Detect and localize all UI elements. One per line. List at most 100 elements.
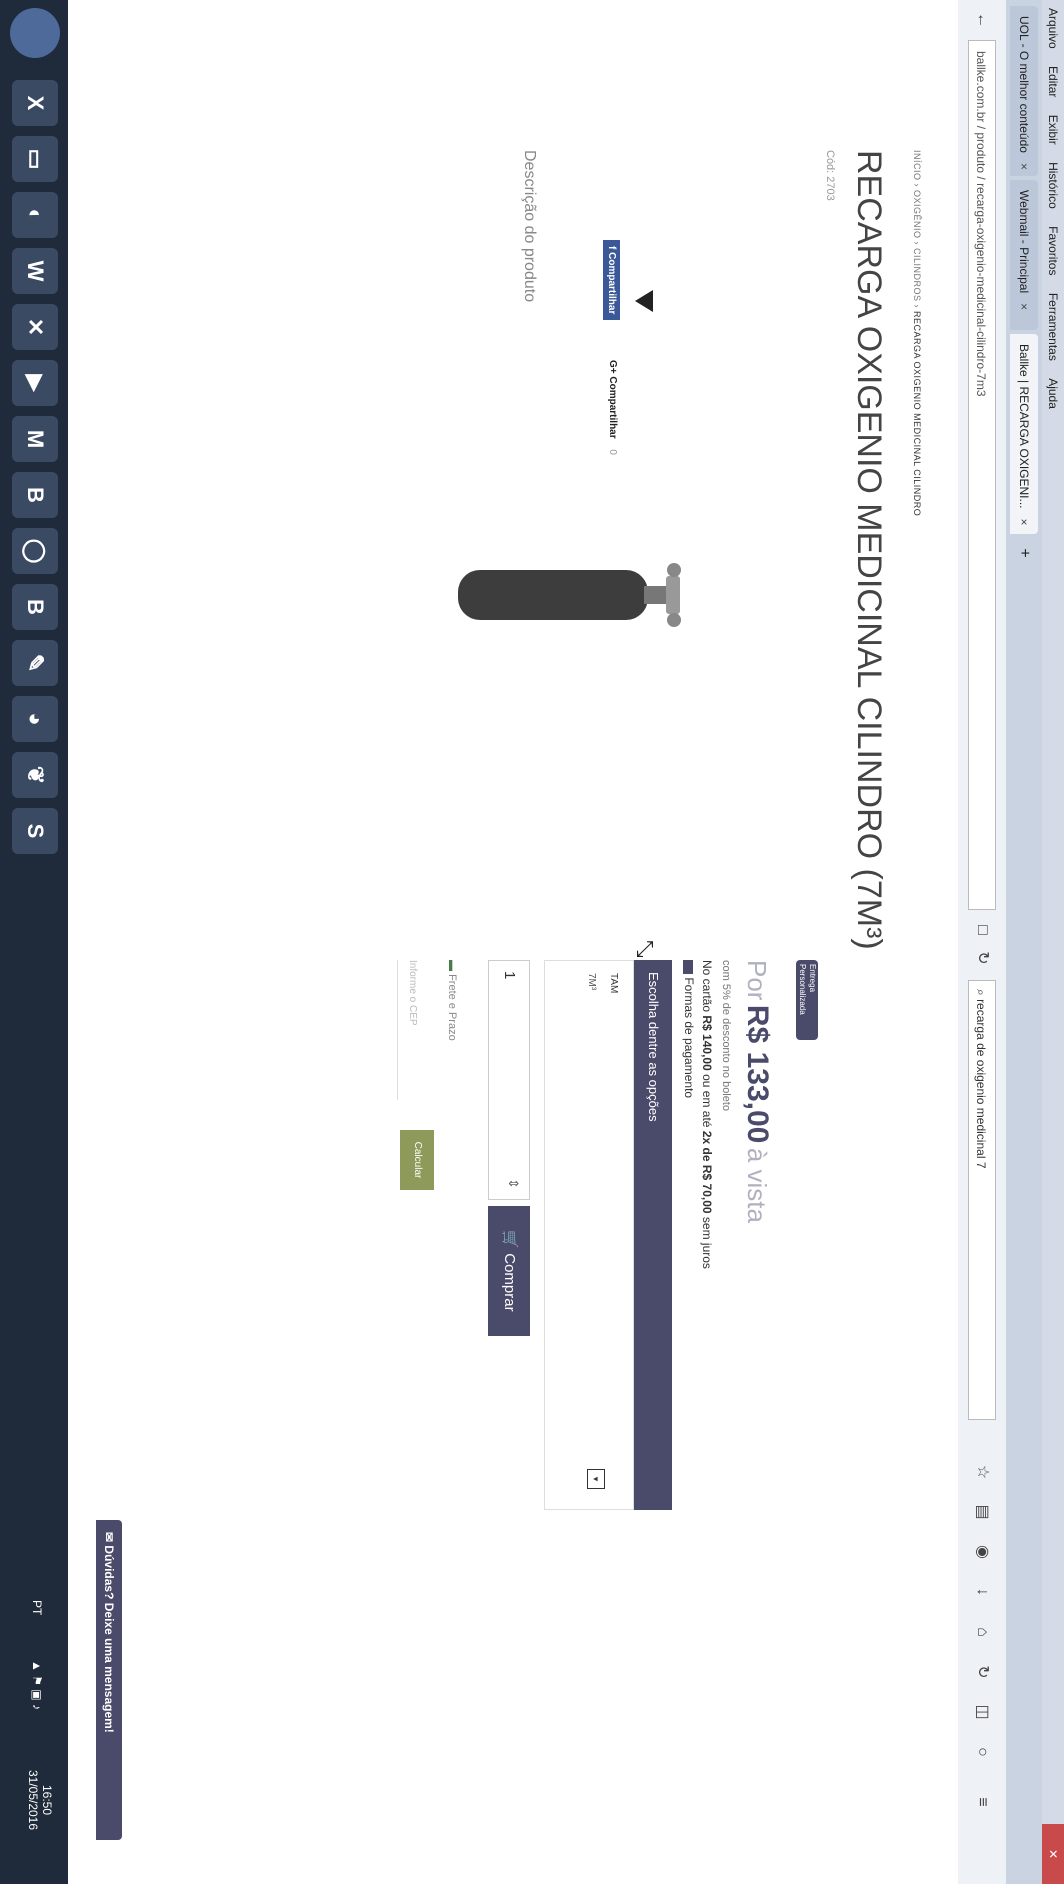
discount-note: com 5% de desconto no boleto bbox=[720, 960, 732, 1112]
skype-icon[interactable]: S bbox=[12, 808, 58, 854]
card-price: R$ 140,00 bbox=[700, 1015, 714, 1071]
firefox-icon[interactable]: ◐ bbox=[12, 192, 58, 238]
app-m-icon[interactable]: M bbox=[12, 416, 58, 462]
quantity-arrows-icon[interactable]: ⇕ bbox=[505, 1178, 521, 1189]
product-code-text: Cód: 2703 bbox=[824, 150, 836, 201]
close-icon[interactable]: × bbox=[1017, 303, 1031, 310]
reader-icon[interactable]: □ bbox=[970, 918, 994, 942]
page-content: INÍCIO › OXIGÊNIO › CILINDROS › RECARGA … bbox=[68, 0, 958, 1884]
card-suffix: sem juros bbox=[700, 1216, 714, 1269]
truck-icon: ▬ bbox=[446, 960, 458, 971]
carousel-arrow-icon[interactable] bbox=[635, 290, 653, 312]
quantity-stepper[interactable]: 1 ⇕ bbox=[488, 960, 530, 1200]
pocket-icon[interactable]: ◉ bbox=[970, 1540, 994, 1564]
description-title: Descrição do produto bbox=[521, 150, 538, 303]
paint-icon[interactable]: ◕ bbox=[12, 696, 58, 742]
option-value: 7M³ bbox=[586, 973, 597, 991]
address-bar: ← ballke.com.br / produto / recarga-oxig… bbox=[957, 0, 1006, 1884]
rotated-screen: Arquivo Editar Exibir Histórico Favorito… bbox=[0, 0, 1064, 1884]
cep-placeholder: Informe o CEP bbox=[407, 960, 418, 1026]
word-icon[interactable]: W bbox=[12, 248, 58, 294]
search-input[interactable]: ⌕ recarga de oxigenio medicinal 7 bbox=[968, 980, 996, 1420]
chat-icon[interactable]: ○ bbox=[970, 1740, 994, 1764]
tab-bar: UOL - O melhor conteúdo × Webmail - Princ… bbox=[1006, 0, 1042, 1884]
menu-editar[interactable]: Editar bbox=[1042, 66, 1064, 97]
start-button[interactable] bbox=[10, 8, 60, 58]
buy-button[interactable]: 🛒 Comprar bbox=[488, 1206, 530, 1336]
menu-arquivo[interactable]: Arquivo bbox=[1042, 8, 1064, 49]
menu-historico[interactable]: Histórico bbox=[1042, 162, 1064, 209]
chat-widget-button[interactable]: ✉ Dúvidas? Deixe uma mensagem! bbox=[96, 1520, 122, 1840]
clock[interactable]: 16:50 31/05/2016 bbox=[26, 1760, 54, 1840]
close-icon[interactable]: × bbox=[1017, 519, 1031, 526]
card-prefix: No cartão bbox=[700, 960, 714, 1013]
delivery-badge: Entrega Personalizada bbox=[796, 960, 818, 1040]
tab-webmail[interactable]: Webmail - Principal × bbox=[1010, 180, 1038, 330]
tool-icon[interactable]: ✕ bbox=[12, 304, 58, 350]
sync-icon[interactable]: ↻ bbox=[970, 1660, 994, 1684]
breadcrumb-oxigenio[interactable]: OXIGÊNIO bbox=[912, 190, 922, 239]
taskbar: X ▭ ◐ W ✕ ▶ M B ◯ B ✎ ◕ ❦ S PT ▲ ⚑ ▣ ♪ 1… bbox=[0, 0, 68, 1884]
calculate-button[interactable]: Calcular bbox=[400, 1130, 434, 1190]
tray-icons[interactable]: ▲ ⚑ ▣ ♪ bbox=[30, 1660, 44, 1710]
app-q-icon[interactable]: ◯ bbox=[12, 528, 58, 574]
addon-icon[interactable]: ◫ bbox=[970, 1700, 994, 1724]
media-icon[interactable]: ▶ bbox=[12, 360, 58, 406]
url-field[interactable]: ballke.com.br / produto / recarga-oxigen… bbox=[968, 40, 996, 910]
breadcrumb: INÍCIO › OXIGÊNIO › CILINDROS › RECARGA … bbox=[912, 150, 922, 517]
payment-methods-link[interactable]: Formas de pagamento bbox=[682, 960, 696, 1098]
product-image bbox=[458, 563, 681, 627]
tab-ballke-label: Ballke | RECARGA OXIGENI... bbox=[1017, 344, 1031, 509]
card-installments: 2x de R$ 70,00 bbox=[700, 1130, 714, 1214]
tab-webmail-label: Webmail - Principal bbox=[1017, 190, 1031, 294]
facebook-share-label: Compartilhar bbox=[606, 252, 617, 315]
menu-icon[interactable]: ≡ bbox=[970, 1790, 994, 1814]
menu-exibir[interactable]: Exibir bbox=[1042, 115, 1064, 145]
excel-icon[interactable]: X bbox=[12, 80, 58, 126]
tab-ballke[interactable]: Ballke | RECARGA OXIGENI... × bbox=[1010, 334, 1038, 534]
app-b-icon[interactable]: B bbox=[12, 472, 58, 518]
option-label: TAM bbox=[608, 973, 619, 994]
breadcrumb-cilindros[interactable]: CILINDROS bbox=[912, 248, 922, 302]
facebook-icon: f bbox=[606, 246, 617, 250]
menu-ajuda[interactable]: Ajuda bbox=[1042, 378, 1064, 409]
download-icon[interactable]: ↓ bbox=[970, 1580, 994, 1604]
explorer-icon[interactable]: ▭ bbox=[12, 136, 58, 182]
menu-ferramentas[interactable]: Ferramentas bbox=[1042, 293, 1064, 361]
payment-methods-label: Formas de pagamento bbox=[682, 977, 696, 1099]
card-mid: ou em até bbox=[700, 1074, 714, 1128]
breadcrumb-home[interactable]: INÍCIO bbox=[912, 150, 922, 181]
back-icon[interactable]: ← bbox=[970, 8, 994, 32]
quantity-value: 1 bbox=[501, 971, 518, 980]
google-share-count: 0 bbox=[607, 449, 618, 455]
close-icon[interactable]: × bbox=[1017, 163, 1031, 170]
app-leaf-icon[interactable]: ❦ bbox=[12, 752, 58, 798]
facebook-share-button[interactable]: f Compartilhar bbox=[603, 240, 620, 321]
mail-icon: ✉ bbox=[102, 1532, 116, 1543]
reload-icon[interactable]: ↻ bbox=[970, 946, 994, 970]
options-header: Escolha dentre as opções bbox=[634, 960, 672, 1510]
screenshot-page: Arquivo Editar Exibir Histórico Favorito… bbox=[0, 0, 1064, 1884]
card-price-line: No cartão R$ 140,00 ou em até 2x de R$ 7… bbox=[700, 960, 714, 1269]
home-icon[interactable]: ⌂ bbox=[970, 1620, 994, 1644]
app-b2-icon[interactable]: B bbox=[12, 584, 58, 630]
window-close-button[interactable]: ✕ bbox=[1042, 1824, 1064, 1884]
language-indicator[interactable]: PT bbox=[30, 1600, 44, 1615]
price-suffix: à vista bbox=[742, 1147, 772, 1223]
option-select-button[interactable]: ▾ bbox=[587, 1469, 605, 1489]
cep-input[interactable]: Informe o CEP bbox=[397, 960, 418, 1100]
tab-uol[interactable]: UOL - O melhor conteúdo × bbox=[1010, 6, 1038, 176]
new-tab-button[interactable]: + bbox=[1010, 538, 1038, 568]
buy-button-label: Comprar bbox=[501, 1253, 518, 1312]
clock-date: 31/05/2016 bbox=[26, 1769, 40, 1831]
price-value: R$ 133,00 bbox=[741, 1004, 774, 1144]
price-prefix: Por bbox=[742, 960, 772, 1001]
star-icon[interactable]: ☆ bbox=[970, 1460, 994, 1484]
app-tool-icon[interactable]: ✎ bbox=[12, 640, 58, 686]
clock-time: 16:50 bbox=[40, 1784, 54, 1816]
google-share-button[interactable]: G+ Compartilhar 0 bbox=[607, 360, 618, 455]
library-icon[interactable]: ▤ bbox=[970, 1500, 994, 1524]
menu-favoritos[interactable]: Favoritos bbox=[1042, 226, 1064, 275]
expand-icon[interactable]: ⤡ bbox=[632, 940, 658, 958]
product-code: Cód: 2703 bbox=[822, 150, 840, 201]
